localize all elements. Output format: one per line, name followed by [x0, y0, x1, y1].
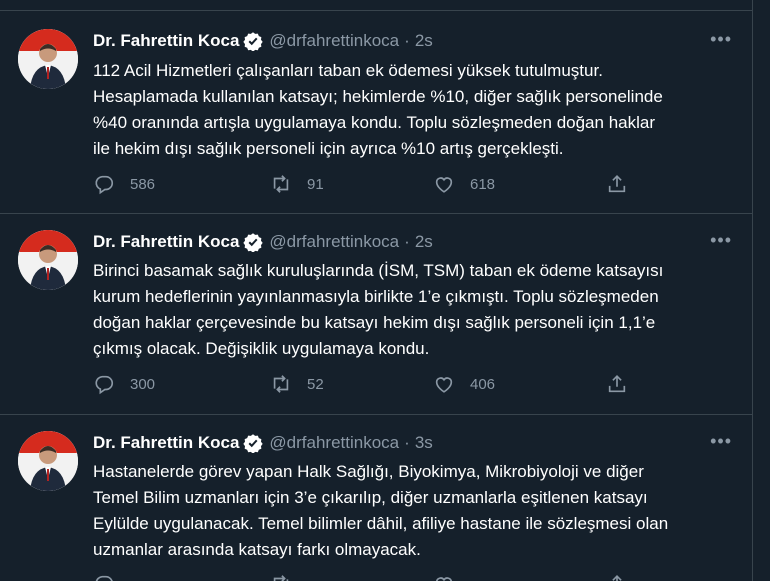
- tweet[interactable]: Dr. Fahrettin Koca @drfahrettinkoca · 2s…: [0, 11, 752, 214]
- retweet-icon: [273, 175, 289, 193]
- tweet-text-line: %40 oranında artışla uygulamaya kondu. T…: [93, 113, 655, 132]
- retweet-icon: [273, 575, 289, 581]
- more-icon[interactable]: •••: [710, 230, 732, 251]
- verified-badge-icon: [243, 232, 264, 252]
- share-icon: [608, 375, 626, 393]
- tweet-header: Dr. Fahrettin Koca @drfahrettinkoca · 3s…: [93, 431, 732, 455]
- timestamp[interactable]: 2s: [415, 232, 433, 252]
- avatar[interactable]: [18, 230, 78, 290]
- tweet-feed: Dr. Fahrettin Koca @drfahrettinkoca · 2s…: [0, 0, 753, 581]
- heart-icon: [436, 577, 452, 581]
- author-name[interactable]: Dr. Fahrettin Koca: [93, 31, 239, 51]
- heart-icon: [435, 377, 453, 393]
- retweet-button[interactable]: [270, 573, 292, 581]
- verified-badge-icon: [243, 433, 264, 453]
- tweet-text-line: uzmanlar arasında katsayı farkı olmayaca…: [93, 540, 421, 559]
- tweet-text-line: Temel Bilim uzmanları için 3’e çıkarılıp…: [93, 488, 648, 507]
- reply-count: 586: [130, 175, 156, 193]
- author-handle[interactable]: @drfahrettinkoca: [269, 433, 399, 453]
- tweet-text-line: çıkmış olacak. Değişiklik uygulamaya kon…: [93, 339, 430, 358]
- reply-button[interactable]: 300: [93, 373, 155, 395]
- timestamp[interactable]: 3s: [415, 433, 433, 453]
- tweet-text-line: Hesaplamada kullanılan katsayı; hekimler…: [93, 87, 663, 106]
- avatar-image: [18, 431, 78, 491]
- tweet-text-line: kurum hedeflerinin yayınlanmasıyla birli…: [93, 287, 659, 306]
- retweet-button[interactable]: 52: [270, 373, 324, 395]
- tweet-text: 112 Acil Hizmetleri çalışanları taban ek…: [93, 58, 743, 162]
- tweet-text: Hastanelerde görev yapan Halk Sağlığı, B…: [93, 459, 743, 563]
- timestamp[interactable]: 2s: [415, 31, 433, 51]
- avatar[interactable]: [18, 431, 78, 491]
- author-name[interactable]: Dr. Fahrettin Koca: [93, 433, 239, 453]
- retweet-icon: [273, 375, 289, 393]
- tweet-text-line: Hastanelerde görev yapan Halk Sağlığı, B…: [93, 462, 644, 481]
- reply-icon: [95, 575, 113, 581]
- tweet-actions: [93, 573, 653, 581]
- author-handle[interactable]: @drfahrettinkoca: [269, 232, 399, 252]
- share-icon: [608, 175, 626, 193]
- reply-button[interactable]: 586: [93, 173, 155, 195]
- like-count: 406: [470, 375, 496, 393]
- more-icon[interactable]: •••: [710, 431, 732, 452]
- tweet-text-line: Eylülde uygulanacak. Temel bilimler dâhi…: [93, 514, 669, 533]
- separator-dot: ·: [404, 433, 410, 452]
- avatar-image: [18, 29, 78, 89]
- retweet-count: 91: [307, 175, 324, 193]
- reply-icon: [95, 375, 114, 395]
- verified-badge-icon: [243, 31, 264, 51]
- separator-dot: ·: [404, 232, 410, 251]
- share-button[interactable]: [606, 373, 628, 395]
- tweet-actions: 586 91 618: [93, 173, 653, 199]
- tweet-text-line: ile hekim dışı sağlık personeli için ayr…: [93, 139, 564, 158]
- retweet-count: 52: [307, 375, 324, 393]
- tweet-actions: 300 52 406: [93, 373, 653, 399]
- tweet-header: Dr. Fahrettin Koca @drfahrettinkoca · 2s…: [93, 29, 732, 53]
- retweet-button[interactable]: 91: [270, 173, 324, 195]
- author-handle[interactable]: @drfahrettinkoca: [269, 31, 399, 51]
- tweet-text-line: Birinci basamak sağlık kuruluşlarında (İ…: [93, 261, 664, 280]
- reply-count: 300: [130, 375, 156, 393]
- share-icon: [612, 575, 622, 581]
- tweet-header: Dr. Fahrettin Koca @drfahrettinkoca · 2s…: [93, 230, 732, 254]
- like-button[interactable]: 406: [433, 373, 495, 395]
- avatar[interactable]: [18, 29, 78, 89]
- tweet-text-line: doğan haklar çerçevesinde bu katsayı hek…: [93, 313, 656, 332]
- reply-button[interactable]: [93, 573, 115, 581]
- more-icon[interactable]: •••: [710, 29, 732, 50]
- author-name[interactable]: Dr. Fahrettin Koca: [93, 232, 239, 252]
- reply-icon: [95, 175, 114, 195]
- tweet[interactable]: Dr. Fahrettin Koca @drfahrettinkoca · 2s…: [0, 214, 752, 415]
- share-button[interactable]: [606, 573, 628, 581]
- tweet-text-line: 112 Acil Hizmetleri çalışanları taban ek…: [93, 61, 603, 80]
- avatar-image: [18, 230, 78, 290]
- like-count: 618: [470, 175, 496, 193]
- like-button[interactable]: [433, 573, 455, 581]
- tweet-text: Birinci basamak sağlık kuruluşlarında (İ…: [93, 258, 743, 362]
- like-button[interactable]: 618: [433, 173, 495, 195]
- share-button[interactable]: [606, 173, 628, 195]
- separator-dot: ·: [404, 31, 410, 50]
- heart-icon: [435, 177, 453, 193]
- tweet[interactable]: Dr. Fahrettin Koca @drfahrettinkoca · 3s…: [0, 415, 752, 581]
